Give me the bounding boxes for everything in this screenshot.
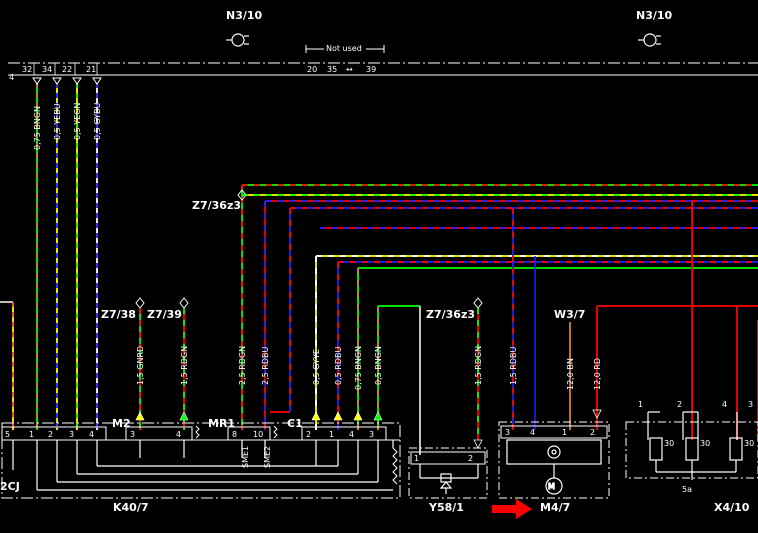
plug-icon-right [638,33,661,47]
wire-label-15: 12,0 BN [566,358,575,390]
header-pin-20: 20 [307,65,317,74]
wire-left-edge [0,301,14,430]
y58-1-label: Y58/1 [428,501,464,514]
not-used-bracket: Not used [305,43,385,53]
plug-icon-left [226,33,249,47]
drop-rd-12 [596,305,758,430]
connector-z7-36z3-b: Z7/36z3 [426,308,475,321]
x4-fuse-label-3: 30 [744,439,754,448]
k40-mr1-pin-8: 8 [232,430,237,439]
x4-pin-2: 2 [677,400,682,409]
wire-label-12: 0,5 BNGN [374,346,383,385]
wire-label-11: 0,75 BNGN [354,346,363,390]
wire-label-4: 0,5 GYBU [93,103,102,140]
wire-label-14: 1,5 RDBU [509,347,518,385]
x4-fuse-label-2: 30 [700,439,710,448]
k40-c1-pin-2: 2 [306,430,311,439]
header-pin-21: 21 [86,65,96,74]
y58-pin-box [410,451,486,465]
header-pin-34: 34 [42,65,52,74]
x4-pin-1: 1 [638,400,643,409]
wire-label-2: 0,5 YEBU [53,103,62,140]
m4-7-label: M4/7 [540,501,570,514]
k40-c1-pin-4: 4 [349,430,354,439]
k40-internal-wiring [12,440,394,491]
not-used-label: Not used [326,44,362,53]
header-pin-35: 35 [327,65,337,74]
x4-5a-label: 5a [682,485,692,494]
x4-pin-4: 4 [722,400,727,409]
y58-pin-2: 2 [468,454,473,463]
wire-label-13: 1,5 RDGN [474,346,483,385]
k40-m2-label: M2 [112,417,131,430]
header-pin-39: 39 [366,65,376,74]
wire-label-6: 1,5 RDGN [180,346,189,385]
m4-pin-3: 3 [505,428,510,437]
x4-10-label: X4/10 [714,501,750,514]
k40-pin-4: 4 [89,430,94,439]
drop-rdbu-c1 [270,208,291,413]
k40-7-label: K40/7 [113,501,149,514]
x4-fuse-label-1: 30 [664,439,674,448]
k40-sme1-label: SME1 [241,446,250,468]
k40-pin-5: 5 [5,430,10,439]
connector-z7-38: Z7/38 [101,308,136,321]
connector-z7-39: Z7/39 [147,308,182,321]
k40-pin-3: 3 [69,430,74,439]
n3-10-label-right: N3/10 [636,9,673,22]
red-arrow-icon [492,499,532,519]
wiring-diagram: N3/10 N3/10 Not used 4 32 34 22 21 20 35… [0,0,758,533]
k40-c1-pin-3: 3 [369,430,374,439]
wire-label-10: 0,5 RDBU [334,347,343,385]
header-pin-32: 32 [22,65,32,74]
connector-w3-7: W3/7 [554,308,585,321]
valve-icon [419,464,479,494]
k40-c1-label: C1 [287,417,303,430]
wire-label-9: 0,5 GYYE [312,349,321,385]
wire-label-8: 2,5 RDBU [261,347,270,385]
k40-7-box [1,422,401,499]
k40-pin-2: 2 [48,430,53,439]
m4-pin-1: 1 [562,428,567,437]
y58-1-box [408,447,488,499]
diagram-canvas: N3/10 N3/10 Not used 4 32 34 22 21 20 35… [0,9,758,519]
wire-label-16: 12,0 RD [593,358,602,390]
k40-m2-pin-4: 4 [176,430,181,439]
svg-text:↔: ↔ [346,65,353,74]
k40-mr1-pin-10: 10 [253,430,263,439]
k40-sme2-label: SME2 [263,446,272,468]
k40-pin-1: 1 [29,430,34,439]
k40-c1-pin-1: 1 [329,430,334,439]
k40-mr1-label: MR1 [208,417,235,430]
resistor-icons [195,425,398,485]
wire-label-3: 0,5 YEGN [73,103,82,140]
header-left-number: 4 [9,73,14,82]
wire-label-1: 0,75 BNGN [33,106,42,150]
svg-text:M: M [548,482,555,491]
fan-motor-icon: M [506,439,602,495]
header-pin-22: 22 [62,65,72,74]
connector-z7-36z3-a: Z7/36z3 [192,199,241,212]
m4-pin-2: 2 [590,428,595,437]
wire-label-7: 2,5 RDGN [238,346,247,385]
k40-m2-pin-3: 3 [130,430,135,439]
x4-pin-3: 3 [748,400,753,409]
m4-pin-4: 4 [530,428,535,437]
y58-pin-1: 1 [414,454,419,463]
n3-10-label-left: N3/10 [226,9,263,22]
wire-label-5: 1,5 GNRD [136,346,145,385]
top-pin-triangles [32,77,102,85]
drop-bngn-05 [377,305,421,455]
connector-2cj-label: 2CJ [0,480,20,493]
